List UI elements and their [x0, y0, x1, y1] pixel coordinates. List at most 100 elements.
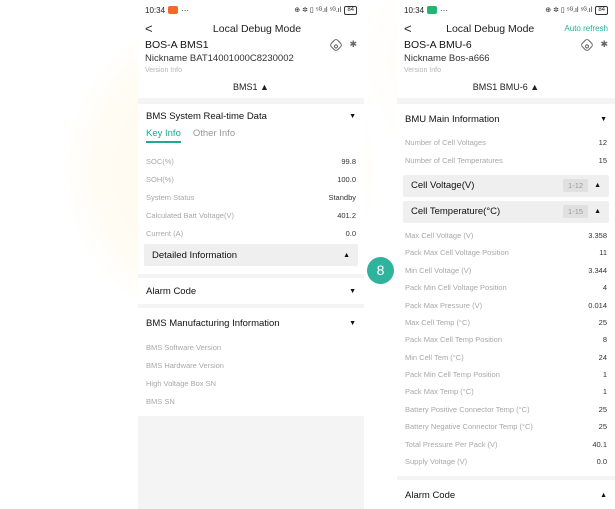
list-item: Number of Cell Temperatures 15	[405, 151, 607, 168]
list-item: Max Cell Voltage (V) 3.358	[405, 227, 607, 244]
tab-key-info[interactable]: Key Info	[146, 128, 181, 143]
list-item: High Voltage Box SN	[146, 374, 356, 392]
label: Pack Min Cell Temp Position	[405, 370, 500, 380]
label: Min Cell Tem (°C)	[405, 352, 464, 362]
chevron-up-icon: ▲	[594, 182, 601, 190]
nav-bar: < Local Debug Mode Auto refresh	[404, 20, 608, 37]
list-item: Battery Negative Connector Temp (°C) 25	[405, 418, 607, 435]
header: 10:34 ··· ⊕ ✲ ▯ ⁵ᴳ.ıl ⁵ᴳ.ıl 84 < Local D…	[397, 0, 615, 98]
back-button[interactable]: <	[404, 21, 416, 36]
label: High Voltage Box SN	[146, 378, 217, 388]
phone-screen-right: 10:34 ··· ⊕ ✲ ▯ ⁵ᴳ.ıl ⁵ᴳ.ıl 84 < Local D…	[397, 0, 615, 509]
label: BMS SN	[146, 396, 175, 406]
device-selector[interactable]: BMS1 ▲	[145, 76, 357, 98]
value: 0.0	[596, 457, 607, 467]
chevron-up-icon: ▲	[594, 208, 601, 216]
cell-voltage-label: Cell Voltage(V)	[411, 180, 475, 192]
device-name: BOS-A BMU-6	[404, 38, 472, 51]
device-row: BOS-A BMU-6 ✱	[404, 37, 608, 52]
label: System Status	[146, 192, 195, 202]
cell-temperature-label: Cell Temperature(°C)	[411, 206, 501, 218]
settings-icon[interactable]	[329, 37, 344, 52]
manufacturing-header[interactable]: BMS Manufacturing Information ▼	[146, 308, 356, 338]
list-item: SOC(%) 99.8	[146, 152, 356, 170]
value: 40.1	[592, 439, 607, 449]
list-item: Pack Min Cell Temp Position 1	[405, 366, 607, 383]
detailed-information-label: Detailed Information	[152, 249, 238, 261]
detailed-information-toggle[interactable]: Detailed Information ▲	[144, 244, 358, 266]
alarm-card[interactable]: Alarm Code ▲	[397, 480, 615, 509]
value: 15	[598, 155, 607, 165]
device-selector[interactable]: BMS1 BMU-6 ▲	[404, 76, 608, 98]
more-notifications: ···	[181, 5, 190, 15]
chevron-down-icon: ▼	[600, 115, 607, 123]
signal-icons: ⊕ ✲ ▯ ⁵ᴳ.ıl ⁵ᴳ.ıl	[294, 7, 342, 14]
value: 0.0	[345, 228, 356, 238]
alarm-title: Alarm Code	[405, 489, 456, 501]
label: Number of Cell Temperatures	[405, 155, 503, 165]
label: Max Cell Temp (°C)	[405, 317, 470, 327]
cell-voltage-toggle[interactable]: Cell Voltage(V) 1-12 ▲	[403, 174, 609, 197]
back-button[interactable]: <	[145, 21, 157, 36]
value: 1	[602, 387, 607, 397]
list-item: Total Pressure Per Pack (V) 40.1	[405, 435, 607, 452]
bmu-card-header[interactable]: BMU Main Information ▼	[405, 104, 607, 134]
label: BMS Hardware Version	[146, 360, 224, 370]
chevron-up-icon: ▲	[343, 251, 350, 259]
tab-bar: Key Info Other Info	[146, 128, 356, 148]
list-item: System Status Standby	[146, 188, 356, 206]
label: Calculated Batt Voltage(V)	[146, 210, 234, 220]
device-row: BOS-A BMS1 ✱	[145, 37, 357, 52]
label: Min Cell Voltage (V)	[405, 265, 472, 275]
realtime-card-header[interactable]: BMS System Real-time Data ▼	[146, 104, 356, 128]
device-name: BOS-A BMS1	[145, 38, 209, 51]
label: Current (A)	[146, 228, 184, 238]
value: 25	[598, 404, 607, 414]
list-item: Number of Cell Voltages 12	[405, 134, 607, 151]
settings-icon[interactable]	[580, 37, 595, 52]
auto-refresh-button[interactable]: Auto refresh	[564, 24, 608, 33]
bmu-card-title: BMU Main Information	[405, 113, 500, 125]
value: 25	[598, 317, 607, 327]
chevron-up-icon: ▲	[600, 491, 607, 499]
realtime-card: BMS System Real-time Data ▼ Key Info Oth…	[138, 104, 364, 274]
list-item: Pack Min Cell Voltage Position 4	[405, 279, 607, 296]
list-item: BMS Hardware Version	[146, 356, 356, 374]
cell-temperature-toggle[interactable]: Cell Temperature(°C) 1-15 ▲	[403, 200, 609, 223]
step-badge: 8	[367, 257, 394, 284]
label: Battery Negative Connector Temp (°C)	[405, 422, 533, 432]
value: 4	[602, 283, 607, 293]
cell-temperature-range: 1-15	[563, 205, 589, 219]
list-item: Max Cell Temp (°C) 25	[405, 314, 607, 331]
battery-icon: 84	[595, 5, 608, 15]
nickname: Nickname BAT14001000C8230002	[145, 53, 294, 64]
label: Battery Positive Connector Temp (°C)	[405, 404, 530, 414]
label: Pack Max Cell Temp Position	[405, 335, 502, 345]
nav-bar: < Local Debug Mode	[145, 20, 357, 37]
notification-icon	[427, 6, 438, 14]
list-item: BMS SN	[146, 392, 356, 410]
tab-other-info[interactable]: Other Info	[193, 128, 235, 139]
list-item: Pack Max Cell Voltage Position 11	[405, 244, 607, 261]
bluetooth-icon[interactable]: ✱	[349, 39, 357, 50]
bluetooth-icon[interactable]: ✱	[600, 39, 608, 50]
list-item: Pack Max Cell Temp Position 8	[405, 331, 607, 348]
label: BMS Software Version	[146, 342, 222, 352]
label: Pack Max Cell Voltage Position	[405, 248, 509, 258]
manufacturing-title: BMS Manufacturing Information	[146, 317, 280, 329]
battery-icon: 84	[344, 5, 357, 15]
list-item: Calculated Batt Voltage(V) 401.2	[146, 206, 356, 224]
version-info: Version Info	[404, 67, 441, 74]
value: 1	[602, 370, 607, 380]
label: Max Cell Voltage (V)	[405, 230, 474, 240]
header: 10:34 ··· ⊕ ✲ ▯ ⁵ᴳ.ıl ⁵ᴳ.ıl 84 < Local D…	[138, 0, 364, 98]
label: Supply Voltage (V)	[405, 457, 468, 467]
clock: 10:34	[404, 5, 425, 15]
list-item: SOH(%) 100.0	[146, 170, 356, 188]
label: SOC(%)	[146, 156, 174, 166]
label: Number of Cell Voltages	[405, 138, 486, 148]
alarm-card[interactable]: Alarm Code ▼	[138, 278, 364, 304]
bmu-card: BMU Main Information ▼ Number of Cell Vo…	[397, 104, 615, 477]
label: SOH(%)	[146, 174, 174, 184]
list-item: BMS Software Version	[146, 338, 356, 356]
